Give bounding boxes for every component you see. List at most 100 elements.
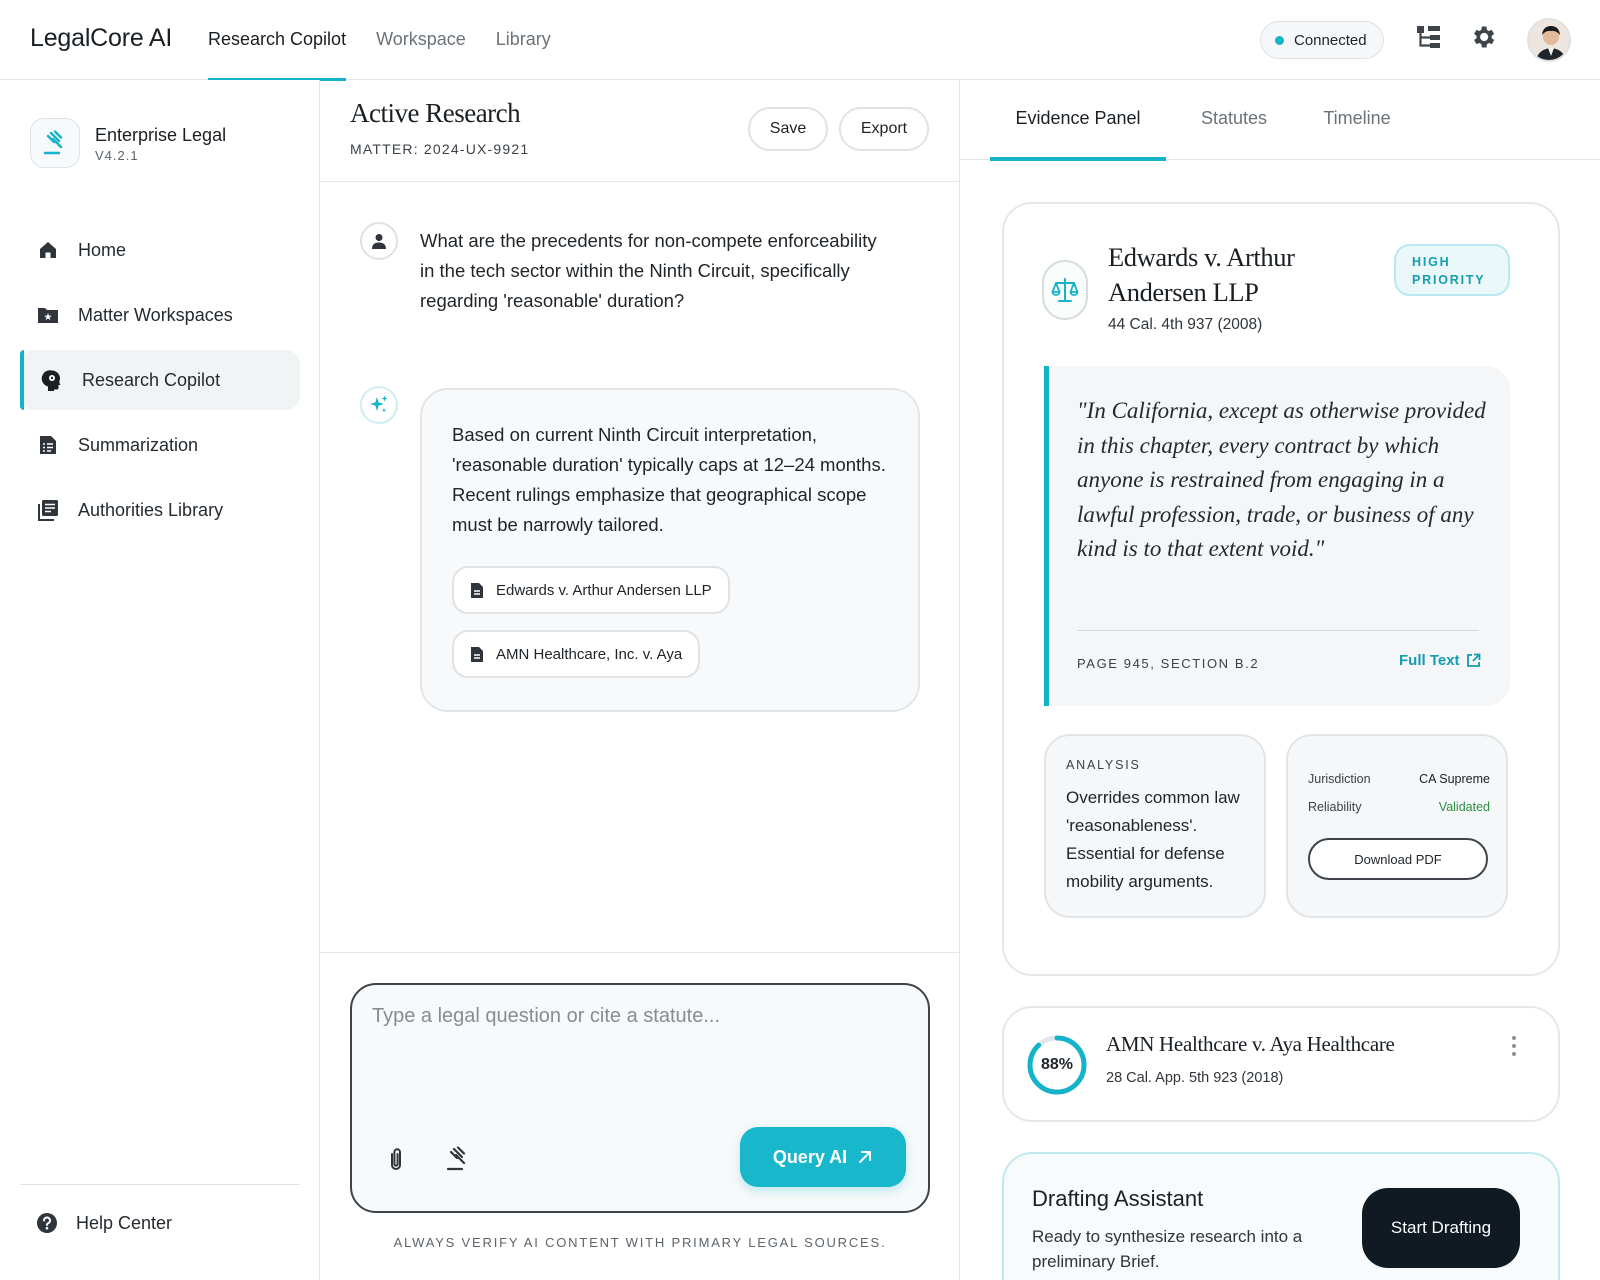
connection-status: Connected bbox=[1260, 21, 1384, 59]
help-icon bbox=[37, 1213, 57, 1233]
org-name: Enterprise Legal bbox=[95, 125, 227, 145]
scales-of-justice-icon bbox=[1042, 260, 1088, 320]
help-center-link[interactable]: Help Center bbox=[36, 1212, 172, 1234]
case-title[interactable]: Edwards v. Arthur Andersen LLP bbox=[1108, 240, 1378, 310]
paperclip-icon[interactable] bbox=[380, 1143, 412, 1175]
ai-message: Based on current Ninth Circuit interpret… bbox=[452, 424, 886, 535]
top-nav: Research Copilot Workspace Library bbox=[208, 0, 551, 81]
tab-evidence-panel[interactable]: Evidence Panel bbox=[990, 80, 1166, 161]
sidebar-item-matter-workspaces[interactable]: Matter Workspaces bbox=[20, 285, 300, 345]
sidebar-item-home[interactable]: Home bbox=[20, 220, 300, 280]
start-drafting-button[interactable]: Start Drafting bbox=[1362, 1188, 1520, 1268]
tab-timeline[interactable]: Timeline bbox=[1302, 80, 1412, 160]
more-options-icon[interactable] bbox=[1504, 1036, 1524, 1066]
user-message: What are the precedents for non-compete … bbox=[420, 230, 877, 311]
tab-statutes[interactable]: Statutes bbox=[1182, 80, 1286, 160]
document-icon bbox=[471, 646, 483, 662]
top-nav-library[interactable]: Library bbox=[496, 0, 551, 80]
jurisdiction-value: CA Supreme bbox=[1419, 772, 1490, 786]
quote-divider bbox=[1077, 630, 1479, 631]
sidebar-item-label: Home bbox=[78, 239, 127, 260]
gear-icon[interactable] bbox=[1468, 22, 1498, 52]
case-meta-card: Jurisdiction CA Supreme Reliability Vali… bbox=[1286, 734, 1508, 918]
quote-text: "In California, except as otherwise prov… bbox=[1077, 398, 1486, 561]
composer-divider bbox=[320, 952, 960, 953]
quote-reference: PAGE 945, SECTION B.2 bbox=[1077, 656, 1260, 671]
ai-response-bubble: Based on current Ninth Circuit interpret… bbox=[420, 388, 920, 712]
sidebar-item-label: Summarization bbox=[78, 434, 199, 455]
library-books-icon bbox=[36, 498, 60, 522]
reliability-row: Reliability Validated bbox=[1308, 800, 1490, 814]
top-nav-workspace[interactable]: Workspace bbox=[376, 0, 466, 80]
brain-head-icon bbox=[40, 368, 64, 392]
reliability-value: Validated bbox=[1438, 800, 1490, 814]
citation-label: AMN Healthcare, Inc. v. Aya bbox=[496, 645, 683, 663]
full-text-label: Full Text bbox=[1399, 652, 1460, 669]
sidebar-divider bbox=[20, 1184, 300, 1185]
case-quote: "In California, except as otherwise prov… bbox=[1044, 366, 1510, 706]
sidebar-item-label: Authorities Library bbox=[78, 499, 224, 520]
full-text-link[interactable]: Full Text bbox=[1399, 652, 1481, 669]
brand-logo[interactable]: LegalCore AI bbox=[30, 24, 172, 53]
sidebar-item-summarization[interactable]: Summarization bbox=[20, 415, 300, 475]
priority-badge: HIGH PRIORITY bbox=[1394, 244, 1510, 296]
external-link-icon bbox=[1466, 653, 1480, 667]
research-panel: Active Research MATTER: 2024-UX-9921 Sav… bbox=[320, 80, 960, 1280]
home-icon bbox=[36, 238, 60, 262]
sidebar-item-label: Matter Workspaces bbox=[78, 304, 233, 325]
sidebar-item-research-copilot[interactable]: Research Copilot bbox=[20, 350, 300, 410]
org-version: V4.2.1 bbox=[95, 148, 139, 163]
connection-status-label: Connected bbox=[1294, 31, 1367, 49]
sidebar: Enterprise Legal V4.2.1 Home Matter Work… bbox=[0, 80, 320, 1280]
folder-star-icon bbox=[36, 303, 60, 327]
save-button[interactable]: Save bbox=[748, 107, 828, 151]
download-pdf-button[interactable]: Download PDF bbox=[1308, 838, 1488, 880]
gavel-icon[interactable] bbox=[442, 1143, 474, 1175]
citation-chip[interactable]: AMN Healthcare, Inc. v. Aya bbox=[452, 630, 701, 678]
summary-doc-icon bbox=[36, 433, 60, 457]
query-ai-label: Query AI bbox=[772, 1146, 848, 1167]
help-center-label: Help Center bbox=[76, 1212, 173, 1233]
jurisdiction-label: Jurisdiction bbox=[1308, 772, 1371, 786]
arrow-up-right-icon bbox=[859, 1151, 872, 1163]
drafting-assistant-card: Drafting Assistant Ready to synthesize r… bbox=[1002, 1152, 1560, 1280]
sidebar-nav: Home Matter Workspaces Research Copilot … bbox=[20, 220, 300, 545]
jurisdiction-row: Jurisdiction CA Supreme bbox=[1308, 772, 1490, 786]
reliability-label: Reliability bbox=[1308, 800, 1362, 814]
sidebar-item-label: Research Copilot bbox=[82, 369, 221, 390]
analysis-card: ANALYSIS Overrides common law 'reasonabl… bbox=[1044, 734, 1266, 918]
avatar[interactable] bbox=[1527, 18, 1571, 62]
analysis-text: Overrides common law 'reasonableness'. E… bbox=[1066, 788, 1240, 891]
sparkle-icon bbox=[360, 386, 398, 424]
citation-chip[interactable]: Edwards v. Arthur Andersen LLP bbox=[452, 566, 730, 614]
query-composer[interactable]: Type a legal question or cite a statute.… bbox=[350, 983, 930, 1213]
status-dot bbox=[1275, 35, 1284, 45]
case-card-secondary[interactable]: 88% AMN Healthcare v. Aya Healthcare 28 … bbox=[1002, 1006, 1560, 1122]
query-input-placeholder[interactable]: Type a legal question or cite a statute.… bbox=[372, 1005, 720, 1028]
hierarchy-icon[interactable] bbox=[1414, 22, 1444, 52]
matter-id: MATTER: 2024-UX-9921 bbox=[350, 141, 530, 157]
case-title[interactable]: AMN Healthcare v. Aya Healthcare bbox=[1106, 1032, 1395, 1057]
document-icon bbox=[471, 582, 483, 598]
page-title: Active Research bbox=[350, 98, 521, 128]
drafting-text: Ready to synthesize research into a prel… bbox=[1032, 1227, 1303, 1271]
top-nav-research-copilot[interactable]: Research Copilot bbox=[208, 0, 347, 81]
user-avatar-icon bbox=[360, 222, 398, 260]
export-button[interactable]: Export bbox=[839, 107, 929, 151]
evidence-tabs: Evidence Panel Statutes Timeline bbox=[960, 80, 1600, 161]
org-logo bbox=[30, 118, 80, 168]
top-bar: LegalCore AI Research Copilot Workspace … bbox=[0, 0, 1600, 81]
evidence-panel: Evidence Panel Statutes Timeline Edwards… bbox=[960, 80, 1600, 1280]
sidebar-item-authorities-library[interactable]: Authorities Library bbox=[20, 480, 300, 540]
relevance-score: 88% bbox=[1040, 1056, 1074, 1073]
analysis-label: ANALYSIS bbox=[1066, 758, 1141, 772]
drafting-title: Drafting Assistant bbox=[1032, 1186, 1204, 1211]
case-card-primary: Edwards v. Arthur Andersen LLP 44 Cal. 4… bbox=[1002, 202, 1560, 976]
query-ai-button[interactable]: Query AI bbox=[740, 1127, 906, 1187]
case-citation: 28 Cal. App. 5th 923 (2018) bbox=[1106, 1070, 1284, 1086]
gavel-icon bbox=[43, 130, 63, 155]
research-header: Active Research MATTER: 2024-UX-9921 Sav… bbox=[320, 80, 960, 182]
disclaimer: ALWAYS VERIFY AI CONTENT WITH PRIMARY LE… bbox=[393, 1235, 887, 1250]
case-citation: 44 Cal. 4th 937 (2008) bbox=[1108, 316, 1263, 333]
citation-label: Edwards v. Arthur Andersen LLP bbox=[496, 581, 712, 599]
